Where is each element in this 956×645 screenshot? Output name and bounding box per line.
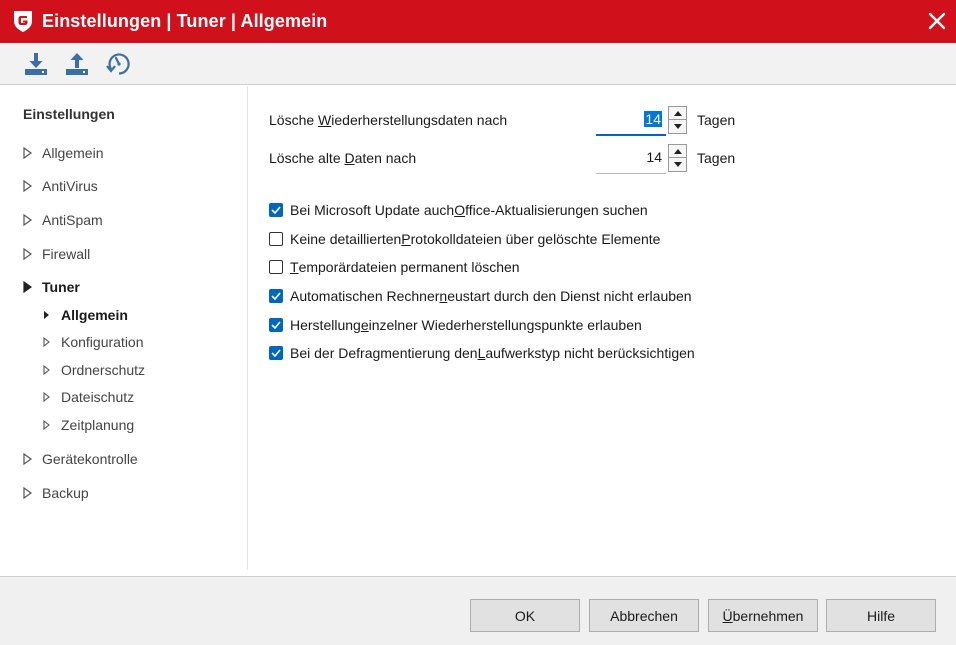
checkbox-box[interactable] <box>269 318 283 332</box>
expand-arrow-icon <box>43 391 50 403</box>
old-data-label: Lösche alte Daten nach <box>269 150 417 166</box>
tree-item-geraetekontrolle[interactable]: Gerätekontrolle <box>23 449 138 469</box>
settings-panel: Lösche Wiederherstellungsdaten nach 14 T… <box>249 86 956 570</box>
title-bar: Einstellungen | Tuner | Allgemein <box>0 0 956 43</box>
tree-item-antispam[interactable]: AntiSpam <box>23 210 103 230</box>
restore-data-days-stepper[interactable]: 14 <box>596 104 688 136</box>
checkbox-box[interactable] <box>269 260 283 274</box>
checkbox-box[interactable] <box>269 232 283 246</box>
window-title: Einstellungen | Tuner | Allgemein <box>42 11 328 31</box>
spin-up-button[interactable] <box>668 144 687 158</box>
cancel-button[interactable]: Abbrechen <box>589 599 699 632</box>
caret-up-icon <box>673 148 682 154</box>
help-button[interactable]: Hilfe <box>826 599 936 632</box>
tree-item-konfiguration[interactable]: Konfiguration <box>42 332 144 352</box>
tree-item-ordnerschutz[interactable]: Ordnerschutz <box>42 360 145 380</box>
tree-item-zeitplanung[interactable]: Zeitplanung <box>42 415 134 435</box>
tree-item-allgemein[interactable]: Allgemein <box>23 143 103 163</box>
tree-item-backup[interactable]: Backup <box>23 483 89 503</box>
checkmark-icon <box>271 292 281 300</box>
expand-arrow-icon <box>23 453 33 465</box>
caret-down-icon <box>673 162 682 167</box>
spin-down-button[interactable] <box>668 120 687 134</box>
settings-tree: Einstellungen Allgemein AntiVirus AntiSp… <box>0 86 248 570</box>
restore-data-label: Lösche Wiederherstellungsdaten nach <box>269 112 508 128</box>
office-updates-checkbox[interactable]: Bei Microsoft Update auch Office-Aktuali… <box>269 201 648 219</box>
temp-files-permanent-checkbox[interactable]: Temporärdateien permanent löschen <box>269 258 520 276</box>
expand-arrow-icon <box>43 364 50 376</box>
restore-data-days-input[interactable]: 14 <box>596 104 666 136</box>
expand-arrow-icon <box>23 214 33 226</box>
tree-item-tuner-allgemein[interactable]: Allgemein <box>42 305 128 325</box>
checkmark-icon <box>271 206 281 214</box>
expand-arrow-icon <box>23 180 33 192</box>
spin-down-button[interactable] <box>668 158 687 172</box>
selected-arrow-icon <box>44 311 49 319</box>
restore-defaults-button[interactable] <box>104 49 134 79</box>
expanded-arrow-icon <box>23 281 33 293</box>
expand-arrow-icon <box>23 248 33 260</box>
checkmark-icon <box>271 349 281 357</box>
ok-button[interactable]: OK <box>470 599 580 632</box>
single-restore-points-checkbox[interactable]: Herstellung e inzelner Wiederherstellungs… <box>269 316 642 334</box>
checkbox-box[interactable] <box>269 346 283 360</box>
expand-arrow-icon <box>43 419 50 431</box>
import-icon <box>25 53 47 75</box>
expand-arrow-icon <box>43 336 50 348</box>
gdata-logo-icon <box>14 11 32 32</box>
toolbar <box>0 43 956 85</box>
checkbox-box[interactable] <box>269 289 283 303</box>
expand-arrow-icon <box>23 487 33 499</box>
tree-item-antivirus[interactable]: AntiVirus <box>23 176 98 196</box>
days-unit-label: Tagen <box>697 150 736 166</box>
no-auto-restart-checkbox[interactable]: Automatischen Rechner n eustart durch den … <box>269 287 692 305</box>
tree-item-dateischutz[interactable]: Dateischutz <box>42 387 134 407</box>
tree-header: Einstellungen <box>23 106 115 122</box>
checkmark-icon <box>271 321 281 329</box>
old-data-days-input[interactable]: 14 <box>596 142 666 174</box>
caret-down-icon <box>673 124 682 129</box>
ignore-drive-type-checkbox[interactable]: Bei der Defragmentierung den Laufwerksty… <box>269 344 695 362</box>
no-detailed-logs-checkbox[interactable]: Keine detaillierten Protokolldateien übe… <box>269 230 660 248</box>
old-data-days-stepper[interactable]: 14 <box>596 142 688 174</box>
days-unit-label: Tagen <box>697 112 736 128</box>
restore-defaults-icon <box>106 53 130 75</box>
close-icon <box>928 12 946 30</box>
tree-item-tuner[interactable]: Tuner <box>23 277 80 297</box>
spin-up-button[interactable] <box>668 106 687 120</box>
caret-up-icon <box>673 110 682 116</box>
export-icon <box>66 53 88 75</box>
tree-item-firewall[interactable]: Firewall <box>23 244 90 264</box>
export-button[interactable] <box>62 49 92 79</box>
checkbox-box[interactable] <box>269 203 283 217</box>
import-button[interactable] <box>21 49 51 79</box>
dialog-footer: OK Abbrechen Übernehmen Hilfe <box>0 576 956 645</box>
apply-button[interactable]: Übernehmen <box>708 599 818 632</box>
close-button[interactable] <box>922 6 952 36</box>
expand-arrow-icon <box>23 147 33 159</box>
